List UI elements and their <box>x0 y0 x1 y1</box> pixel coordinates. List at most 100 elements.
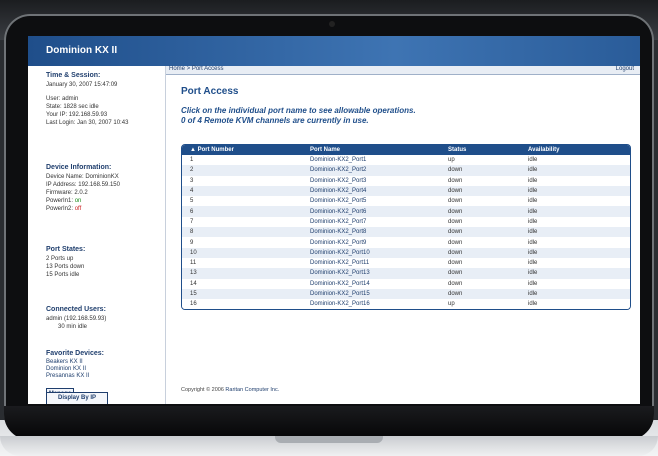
port-name-link[interactable]: Dominion-KX2_Port16 <box>302 299 440 310</box>
power1-status: on <box>74 198 82 204</box>
user-line: User: admin <box>46 96 79 102</box>
port-number-cell: 4 <box>182 185 302 197</box>
column-header-status[interactable]: Status <box>440 145 520 155</box>
port-number-cell: 10 <box>182 247 302 258</box>
port-name-link[interactable]: Dominion-KX2_Port11 <box>302 257 440 269</box>
table-row: 11 Dominion-KX2_Port11 down idle <box>182 257 630 269</box>
footer: Copyright © 2006 Raritan Computer Inc. <box>181 387 279 393</box>
availability-cell: idle <box>520 206 630 217</box>
table-row: 5 Dominion-KX2_Port5 down idle <box>182 196 630 207</box>
port-name-link[interactable]: Dominion-KX2_Port9 <box>302 237 440 248</box>
availability-cell: idle <box>520 278 630 289</box>
port-name-link[interactable]: Dominion-KX2_Port8 <box>302 227 440 238</box>
port-number-cell: 11 <box>182 257 302 269</box>
ports-down-line: 13 Ports down <box>46 264 85 270</box>
status-cell: up <box>440 299 520 310</box>
availability-cell: idle <box>520 299 630 310</box>
availability-cell: idle <box>520 257 630 269</box>
availability-cell: idle <box>520 216 630 228</box>
table-row: 15 Dominion-KX2_Port15 down idle <box>182 288 630 300</box>
port-number-cell: 3 <box>182 175 302 186</box>
app-header: Dominion KX II <box>28 36 640 66</box>
table-row: 7 Dominion-KX2_Port7 down idle <box>182 216 630 228</box>
display-by-ip-button[interactable]: Display By IP <box>46 392 108 404</box>
port-number-cell: 7 <box>182 216 302 228</box>
time-session-section: Time & Session: January 30, 2007 15:47:0… <box>28 66 165 159</box>
section-title: Favorite Devices: <box>46 350 104 357</box>
status-cell: down <box>440 278 520 289</box>
last-login-line: Last Login: Jan 30, 2007 10:43 <box>46 120 129 126</box>
ip-address-line: IP Address: 192.168.59.150 <box>46 182 120 188</box>
port-name-link[interactable]: Dominion-KX2_Port3 <box>302 175 440 186</box>
column-header-port-number[interactable]: ▲ Port Number <box>182 145 302 155</box>
port-number-cell: 5 <box>182 196 302 207</box>
status-cell: down <box>440 257 520 269</box>
availability-cell: idle <box>520 185 630 197</box>
port-number-cell: 16 <box>182 299 302 310</box>
table-row: 4 Dominion-KX2_Port4 down idle <box>182 185 630 197</box>
port-name-link[interactable]: Dominion-KX2_Port5 <box>302 196 440 207</box>
favorite-device-link[interactable]: Beakers KX II <box>46 359 165 366</box>
port-number-cell: 8 <box>182 227 302 238</box>
port-number-cell: 14 <box>182 278 302 289</box>
table-row: 16 Dominion-KX2_Port16 up idle <box>182 299 630 310</box>
port-name-link[interactable]: Dominion-KX2_Port14 <box>302 278 440 289</box>
availability-cell: idle <box>520 227 630 238</box>
favorite-device-link[interactable]: Dominion KX II <box>46 366 165 373</box>
company-link[interactable]: Raritan Computer Inc. <box>225 387 279 393</box>
device-name-line: Device Name: DominionKX <box>46 174 119 180</box>
firmware-line: Firmware: 2.0.2 <box>46 190 88 196</box>
column-header-port-name[interactable]: Port Name <box>302 145 440 155</box>
port-number-cell: 15 <box>182 288 302 300</box>
port-name-link[interactable]: Dominion-KX2_Port10 <box>302 247 440 258</box>
availability-cell: idle <box>520 288 630 300</box>
power1-line: PowerIn1: on <box>46 197 165 205</box>
availability-cell: idle <box>520 165 630 176</box>
port-name-link[interactable]: Dominion-KX2_Port2 <box>302 165 440 176</box>
bezel-bottom <box>4 406 654 440</box>
status-cell: down <box>440 196 520 207</box>
section-title: Connected Users: <box>46 306 106 313</box>
availability-cell: idle <box>520 175 630 186</box>
port-name-link[interactable]: Dominion-KX2_Port6 <box>302 206 440 217</box>
status-cell: down <box>440 175 520 186</box>
port-name-link[interactable]: Dominion-KX2_Port4 <box>302 185 440 197</box>
port-name-link[interactable]: Dominion-KX2_Port13 <box>302 268 440 279</box>
favorite-device-link[interactable]: Presannas KX II <box>46 373 165 380</box>
availability-cell: idle <box>520 155 630 166</box>
laptop-bezel: Dominion KX II Home > Port Access Logout… <box>4 14 654 440</box>
port-name-link[interactable]: Dominion-KX2_Port7 <box>302 216 440 228</box>
status-cell: down <box>440 216 520 228</box>
breadcrumb[interactable]: Home > Port Access <box>169 66 224 72</box>
status-cell: down <box>440 185 520 197</box>
app-logo: Dominion KX II <box>46 45 118 56</box>
port-name-link[interactable]: Dominion-KX2_Port15 <box>302 288 440 300</box>
status-cell: down <box>440 288 520 300</box>
power1-label: PowerIn1: <box>46 198 74 204</box>
table-row: 1 Dominion-KX2_Port1 up idle <box>182 155 630 166</box>
table-row: 3 Dominion-KX2_Port3 down idle <box>182 175 630 186</box>
sidebar: Time & Session: January 30, 2007 15:47:0… <box>28 66 166 404</box>
idle-line: 30 min idle <box>58 324 88 330</box>
laptop-notch <box>275 436 383 443</box>
ports-idle-line: 15 Ports idle <box>46 272 80 278</box>
your-ip-line: Your IP: 192.168.59.93 <box>46 112 108 118</box>
logout-link[interactable]: Logout <box>616 66 634 72</box>
column-header-availability[interactable]: Availability <box>520 145 630 155</box>
power2-line: PowerIn2: off <box>46 205 165 213</box>
port-table: ▲ Port Number Port Name Status Availabil… <box>181 144 631 311</box>
table-row: 14 Dominion-KX2_Port14 down idle <box>182 278 630 289</box>
port-number-cell: 13 <box>182 268 302 279</box>
port-name-link[interactable]: Dominion-KX2_Port1 <box>302 155 440 166</box>
table-body: 1 Dominion-KX2_Port1 up idle 2 Dominion-KX2_P… <box>182 155 630 310</box>
status-cell: down <box>440 247 520 258</box>
instruction-line: Click on the individual port name to see… <box>181 106 416 115</box>
copyright-text: Copyright © 2006 <box>181 387 224 393</box>
power2-status: off <box>74 206 82 212</box>
section-title: Time & Session: <box>46 72 101 79</box>
section-title: Device Information: <box>46 164 112 171</box>
instructions: Click on the individual port name to see… <box>181 106 416 126</box>
connected-users-section: Connected Users: admin (192.168.59.93) 3… <box>28 294 165 341</box>
status-cell: down <box>440 268 520 279</box>
section-title: Port States: <box>46 246 86 253</box>
